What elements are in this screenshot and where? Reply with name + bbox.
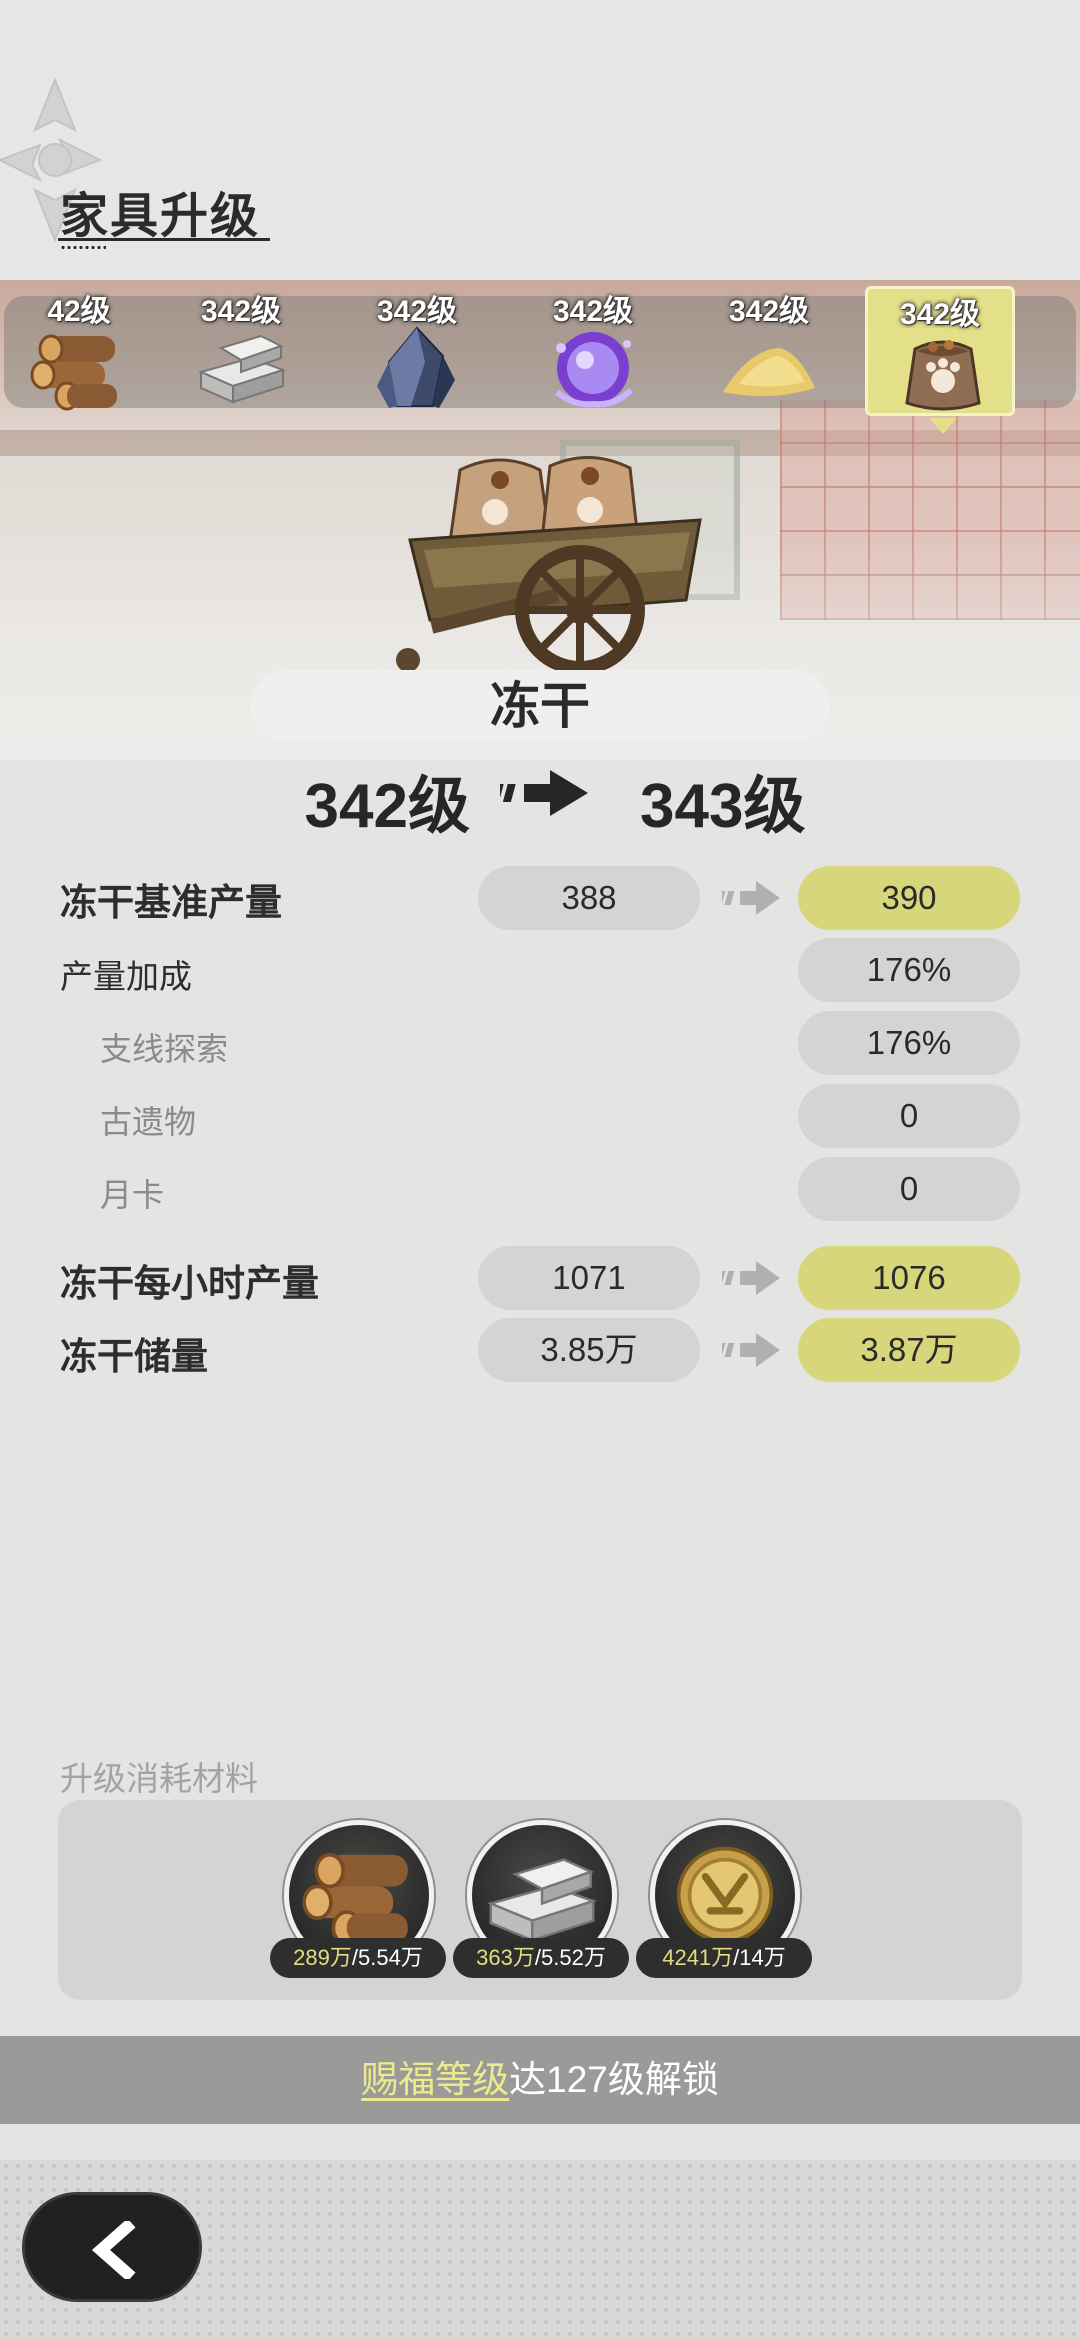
monthly-card-label: 月卡 bbox=[100, 1177, 165, 1213]
freeze-dried-cart-icon bbox=[396, 456, 702, 675]
wood-logs-icon bbox=[30, 334, 117, 411]
unlock-requirement: 赐福等级达127级解锁 bbox=[0, 2036, 1080, 2124]
branch-label: 支线探索 bbox=[100, 1031, 229, 1067]
stone-bricks-icon bbox=[198, 334, 287, 404]
item-name: 冻干 bbox=[250, 670, 830, 742]
back-button[interactable] bbox=[22, 2192, 202, 2302]
material-gold[interactable]: 4241万/14万 bbox=[636, 1820, 812, 1980]
relic-label: 古遗物 bbox=[100, 1104, 197, 1140]
row-arrow-icon bbox=[722, 1261, 780, 1295]
storage-label: 冻干储量 bbox=[60, 1336, 208, 1377]
storage-new: 3.87万 bbox=[798, 1318, 1020, 1382]
storage-old: 3.85万 bbox=[478, 1318, 700, 1382]
row-arrow-icon bbox=[722, 1333, 780, 1367]
resource-tab-orb[interactable]: 342级 bbox=[518, 286, 668, 416]
level-arrow-icon bbox=[500, 770, 588, 816]
next-level: 343级 bbox=[640, 772, 806, 841]
base-output-old: 388 bbox=[478, 866, 700, 930]
title-dots bbox=[60, 246, 106, 249]
material-count: 4241万/14万 bbox=[636, 1938, 812, 1978]
chevron-left-icon bbox=[91, 2221, 136, 2279]
base-output-label: 冻干基准产量 bbox=[60, 882, 282, 923]
bonus-value: 176% bbox=[798, 938, 1020, 1002]
material-wood[interactable]: 289万/5.54万 bbox=[270, 1820, 446, 1980]
crystal-ore-icon bbox=[377, 326, 455, 408]
resource-tab-crystal[interactable]: 342级 bbox=[342, 286, 492, 416]
base-output-new: 390 bbox=[798, 866, 1020, 930]
resource-tab-sand[interactable]: 342级 bbox=[694, 286, 844, 416]
magic-orb-icon bbox=[555, 332, 634, 408]
page-title: 家具升级 bbox=[60, 190, 261, 243]
wood-logs-icon bbox=[302, 1852, 408, 1946]
gold-coin-icon bbox=[676, 1846, 774, 1944]
monthly-card-value: 0 bbox=[798, 1157, 1020, 1221]
title-underline bbox=[58, 238, 270, 241]
resource-tab-wood[interactable]: 42级 bbox=[4, 286, 154, 416]
material-count: 363万/5.52万 bbox=[453, 1938, 629, 1978]
current-level: 342级 bbox=[304, 772, 470, 841]
bonus-label: 产量加成 bbox=[60, 958, 192, 995]
sand-pile-icon bbox=[723, 348, 815, 397]
hourly-output-old: 1071 bbox=[478, 1246, 700, 1310]
hourly-output-label: 冻干每小时产量 bbox=[60, 1263, 319, 1304]
branch-value: 176% bbox=[798, 1011, 1020, 1075]
stone-bricks-icon bbox=[487, 1858, 598, 1942]
material-stone[interactable]: 363万/5.52万 bbox=[453, 1820, 629, 1980]
resource-tab-freeze-dried[interactable]: 342级 bbox=[865, 286, 1015, 416]
freeze-dried-bag-icon bbox=[905, 340, 981, 411]
row-arrow-icon bbox=[722, 881, 780, 915]
resource-tab-stone[interactable]: 342级 bbox=[166, 286, 316, 416]
material-count: 289万/5.54万 bbox=[270, 1938, 446, 1978]
blessing-level-link[interactable]: 赐福等级 bbox=[361, 2059, 509, 2100]
relic-value: 0 bbox=[798, 1084, 1020, 1148]
selected-pointer bbox=[929, 418, 957, 434]
materials-title: 升级消耗材料 bbox=[60, 1760, 258, 1797]
hourly-output-new: 1076 bbox=[798, 1246, 1020, 1310]
